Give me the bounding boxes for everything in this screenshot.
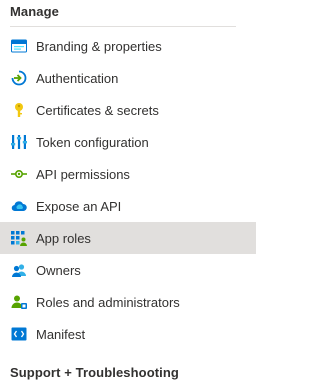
nav-item-roles-and-administrators[interactable]: Roles and administrators [0, 286, 256, 318]
key-icon [11, 102, 27, 118]
owners-icon [11, 262, 27, 278]
nav-item-label: Manifest [36, 326, 86, 342]
nav-item-expose-an-api[interactable]: Expose an API [0, 190, 256, 222]
manage-section-header: Manage [10, 4, 60, 19]
nav-item-authentication[interactable]: Authentication [0, 62, 256, 94]
token-configuration-icon [11, 134, 27, 150]
nav-item-label: Authentication [36, 70, 119, 86]
api-permissions-icon [11, 166, 27, 182]
section-divider [10, 26, 236, 27]
roles-admins-icon [11, 294, 27, 310]
app-roles-icon [11, 230, 27, 246]
nav-item-label: Roles and administrators [36, 294, 180, 310]
authentication-icon [11, 70, 27, 86]
nav-item-api-permissions[interactable]: API permissions [0, 158, 256, 190]
support-section-header: Support + Troubleshooting [10, 365, 179, 380]
manifest-icon [11, 326, 27, 342]
branding-icon [11, 38, 27, 54]
nav-item-certificates-secrets[interactable]: Certificates & secrets [0, 94, 256, 126]
nav-item-label: API permissions [36, 166, 130, 182]
nav-item-owners[interactable]: Owners [0, 254, 256, 286]
nav-item-branding-properties[interactable]: Branding & properties [0, 30, 256, 62]
nav-item-app-roles[interactable]: App roles [0, 222, 256, 254]
manage-nav-list: Branding & properties Authentication Cer… [0, 30, 256, 350]
nav-item-label: Owners [36, 262, 81, 278]
nav-item-label: Certificates & secrets [36, 102, 159, 118]
cloud-icon [11, 198, 27, 214]
nav-item-label: Token configuration [36, 134, 149, 150]
nav-item-manifest[interactable]: Manifest [0, 318, 256, 350]
nav-item-label: Expose an API [36, 198, 122, 214]
nav-item-label: App roles [36, 230, 91, 246]
nav-item-label: Branding & properties [36, 38, 162, 54]
nav-item-token-configuration[interactable]: Token configuration [0, 126, 256, 158]
